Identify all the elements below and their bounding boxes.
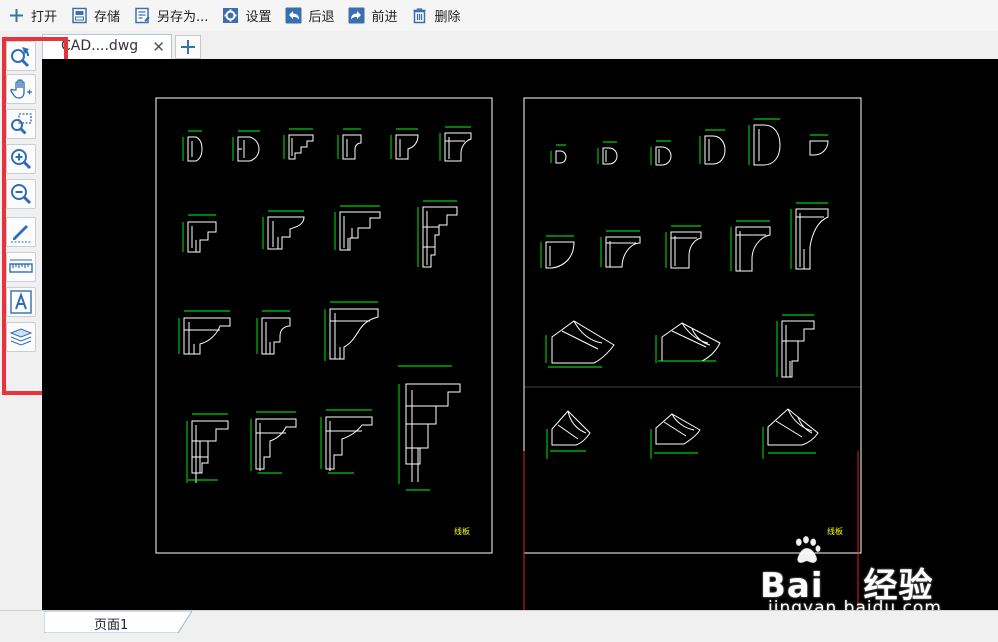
settings-button[interactable]: 设置 — [214, 4, 277, 28]
close-icon[interactable]: ✕ — [152, 38, 165, 56]
pan-button[interactable] — [6, 74, 36, 104]
layers-icon — [9, 328, 33, 346]
plus-icon — [181, 40, 195, 54]
zoom-in-button[interactable] — [6, 144, 36, 174]
main-toolbar: 打开 存储 另存为... 设置 后退 前进 删除 — [0, 0, 998, 32]
left-tool-panel — [0, 31, 42, 611]
zoom-out-button[interactable] — [6, 179, 36, 209]
markup-pencil-button[interactable] — [6, 217, 36, 247]
zoom-extents-icon — [11, 47, 30, 68]
page-tab-label: 页面1 — [94, 618, 129, 633]
gear-icon — [222, 7, 239, 24]
back-button[interactable]: 后退 — [277, 4, 340, 28]
tab-label: CAD....dwg — [61, 38, 139, 54]
open-label: 打开 — [31, 10, 58, 25]
save-document-icon — [71, 7, 88, 24]
save-as-label: 另存为... — [157, 10, 209, 25]
zoom-extents-button[interactable] — [6, 41, 36, 71]
undo-arrow-icon — [285, 7, 302, 24]
text-annotation-button[interactable] — [6, 287, 36, 317]
open-button[interactable]: 打开 — [0, 4, 63, 28]
document-tab-bar: CAD....dwg ✕ — [42, 31, 998, 59]
save-as-button[interactable]: 另存为... — [126, 4, 214, 28]
page-tab-1[interactable]: 页面1 — [44, 611, 192, 633]
sheet-2-frame — [523, 97, 862, 554]
measure-button[interactable] — [6, 252, 36, 282]
tab-cad-dwg[interactable]: CAD....dwg ✕ — [42, 34, 172, 59]
forward-button[interactable]: 前进 — [340, 4, 403, 28]
save-label: 存储 — [94, 10, 121, 25]
trash-icon — [411, 7, 428, 24]
zoom-window-button[interactable] — [6, 109, 36, 139]
cad-drawing-canvas[interactable]: 线板 线板 — [42, 59, 998, 610]
sheet-2-title: 线板 — [827, 526, 843, 536]
forward-label: 前进 — [371, 10, 398, 25]
measure-ruler-icon — [9, 259, 33, 273]
sheet-1-frame — [155, 97, 493, 554]
sheet-1-profiles — [183, 132, 472, 483]
zoom-out-icon — [11, 184, 32, 205]
save-button[interactable]: 存储 — [63, 4, 126, 28]
new-tab-button[interactable] — [175, 35, 201, 59]
plus-icon — [8, 7, 25, 24]
layers-button[interactable] — [6, 322, 36, 352]
cad-drawing: 线板 线板 — [155, 97, 862, 610]
save-as-document-icon — [134, 7, 151, 24]
delete-button[interactable]: 删除 — [403, 4, 466, 28]
zoom-in-icon — [11, 149, 32, 170]
zoom-window-icon — [11, 113, 32, 135]
delete-label: 删除 — [434, 10, 461, 25]
back-label: 后退 — [308, 10, 335, 25]
pan-hand-icon — [10, 79, 32, 99]
settings-label: 设置 — [245, 10, 272, 25]
sheet-1-title: 线板 — [454, 526, 470, 536]
redo-arrow-icon — [348, 7, 365, 24]
text-annotation-icon — [10, 290, 32, 314]
page-tab-bar: 页面1 — [0, 610, 998, 642]
sheet-2-profiles — [545, 124, 829, 446]
pencil-markup-icon — [11, 225, 31, 243]
dimension-lines — [178, 118, 828, 491]
